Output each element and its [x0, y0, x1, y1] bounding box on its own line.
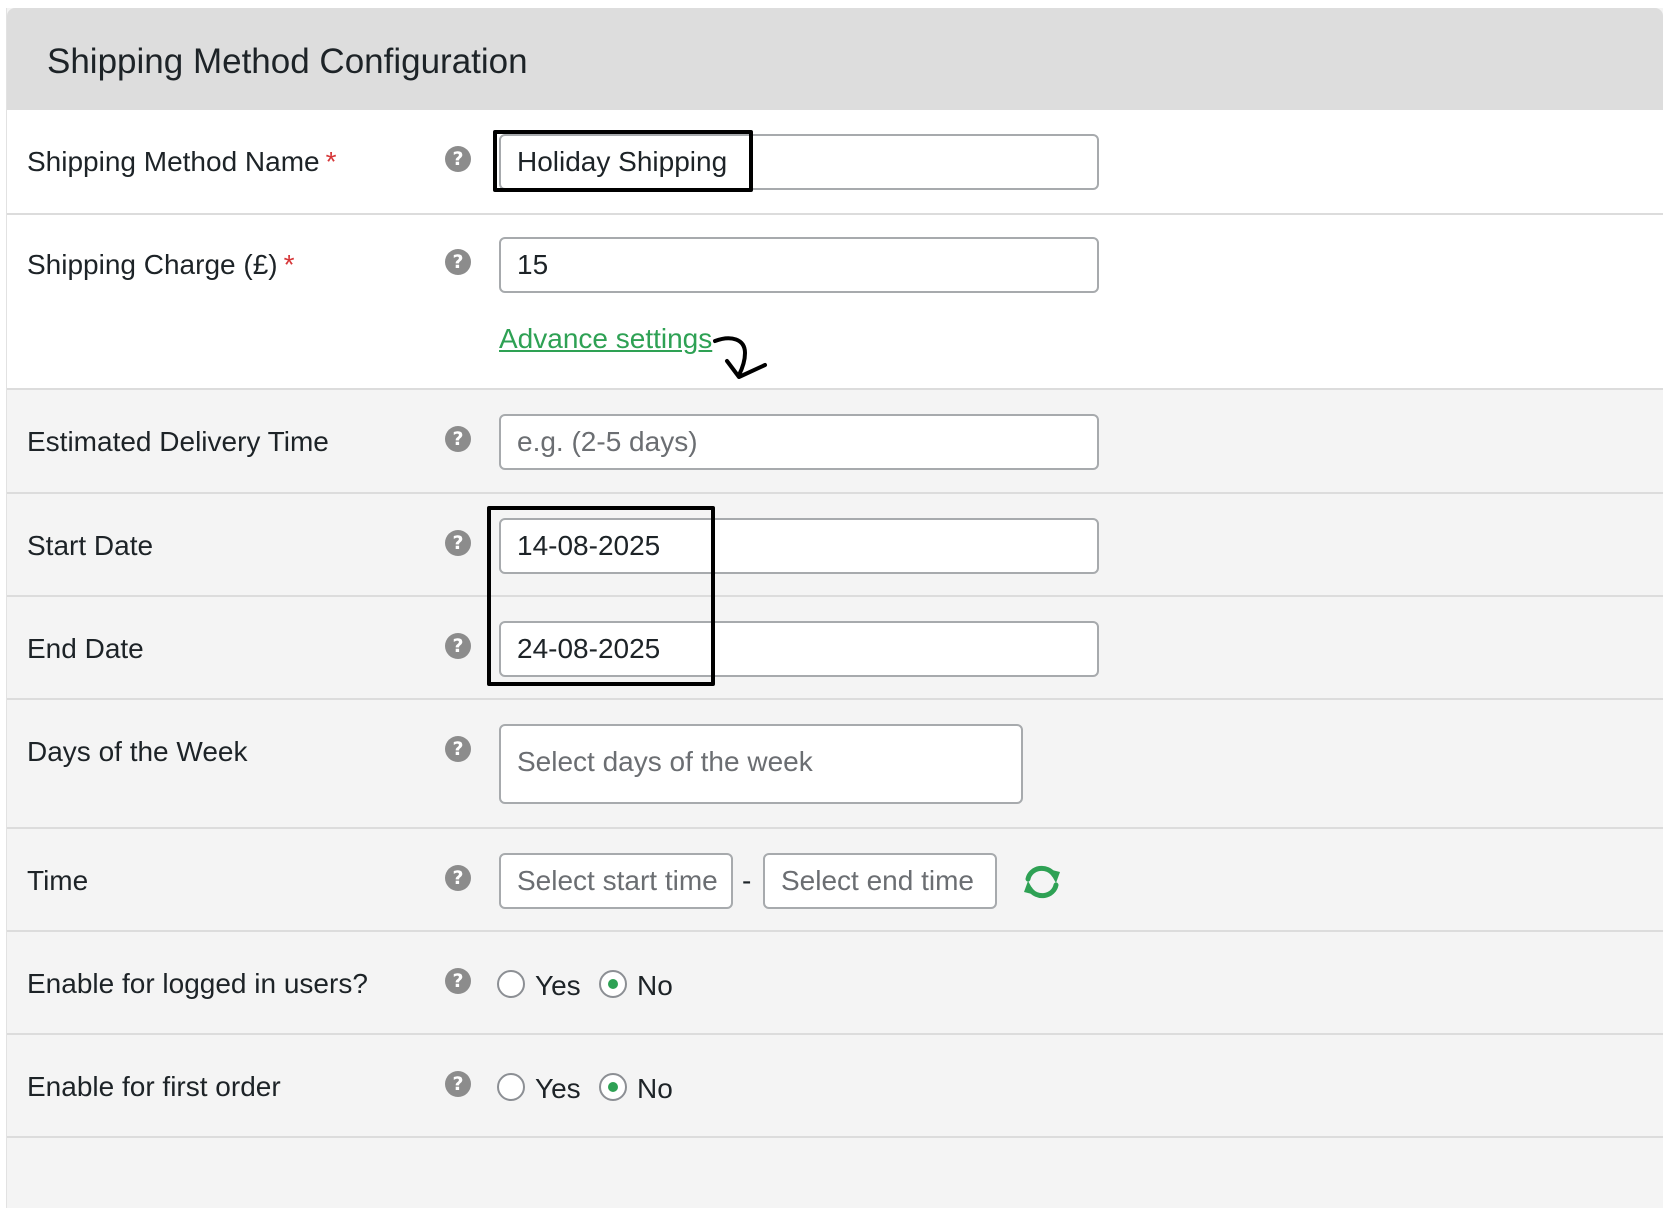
- shipping-method-name-label: Shipping Method Name *: [27, 146, 337, 178]
- time-label: Time: [27, 865, 89, 896]
- first-order-no-label[interactable]: No: [637, 1073, 673, 1105]
- panel-title: Shipping Method Configuration: [47, 42, 528, 81]
- first-order-yes-radio[interactable]: [497, 1073, 525, 1101]
- help-icon[interactable]: ?: [445, 633, 471, 659]
- row-next-partial: [7, 1136, 1663, 1208]
- logged-in-no-label[interactable]: No: [637, 970, 673, 1002]
- days-of-week-select[interactable]: Select days of the week: [499, 724, 1023, 804]
- logged-in-yes-radio[interactable]: [497, 970, 525, 998]
- estimated-delivery-time-label: Estimated Delivery Time: [27, 426, 329, 457]
- help-icon[interactable]: ?: [445, 865, 471, 891]
- required-asterisk: *: [325, 146, 337, 177]
- row-enable-logged-in: Enable for logged in users? ? Yes No: [7, 930, 1663, 1034]
- row-estimated-delivery-time: Estimated Delivery Time ? e.g. (2-5 days…: [7, 388, 1663, 492]
- first-order-no-radio[interactable]: [599, 1073, 627, 1101]
- advance-settings-link[interactable]: Advance settings: [499, 323, 712, 355]
- row-start-date: Start Date ? 14-08-2025: [7, 492, 1663, 596]
- shipping-charge-label-text: Shipping Charge (£): [27, 249, 278, 280]
- help-icon[interactable]: ?: [445, 426, 471, 452]
- days-of-week-label: Days of the Week: [27, 736, 248, 767]
- row-time: Time ? Select start time - Select end ti…: [7, 827, 1663, 931]
- estimated-delivery-time-input[interactable]: e.g. (2-5 days): [499, 414, 1099, 470]
- start-date-input[interactable]: 14-08-2025: [499, 518, 1099, 574]
- enable-logged-in-label: Enable for logged in users?: [27, 968, 368, 999]
- logged-in-no-radio[interactable]: [599, 970, 627, 998]
- first-order-yes-label[interactable]: Yes: [535, 1073, 581, 1105]
- help-icon[interactable]: ?: [445, 249, 471, 275]
- shipping-method-name-input[interactable]: Holiday Shipping: [499, 134, 1099, 190]
- end-date-label: End Date: [27, 633, 144, 664]
- logged-in-yes-label[interactable]: Yes: [535, 970, 581, 1002]
- row-days-of-week: Days of the Week ? Select days of the we…: [7, 698, 1663, 828]
- shipping-charge-input[interactable]: 15: [499, 237, 1099, 293]
- end-time-input[interactable]: Select end time: [763, 853, 997, 909]
- start-date-label: Start Date: [27, 530, 154, 561]
- refresh-icon[interactable]: [1021, 863, 1063, 901]
- help-icon[interactable]: ?: [445, 530, 471, 556]
- help-icon[interactable]: ?: [445, 968, 471, 994]
- row-enable-first-order: Enable for first order ? Yes No: [7, 1033, 1663, 1137]
- row-end-date: End Date ? 24-08-2025: [7, 595, 1663, 699]
- shipping-method-name-label-text: Shipping Method Name: [27, 146, 320, 177]
- shipping-charge-label: Shipping Charge (£) *: [27, 249, 295, 281]
- help-icon[interactable]: ?: [445, 146, 471, 172]
- help-icon[interactable]: ?: [445, 736, 471, 762]
- curved-arrow-down-icon: [713, 336, 767, 379]
- row-shipping-method-name: Shipping Method Name * ? Holiday Shipping: [7, 110, 1663, 214]
- enable-first-order-label: Enable for first order: [27, 1071, 281, 1102]
- panel-header: Shipping Method Configuration: [7, 8, 1663, 118]
- start-time-input[interactable]: Select start time: [499, 853, 733, 909]
- end-date-input[interactable]: 24-08-2025: [499, 621, 1099, 677]
- row-shipping-charge: Shipping Charge (£) * ? 15 Advance settin…: [7, 213, 1663, 389]
- shipping-method-panel: Shipping Method Configuration Shipping M…: [6, 8, 1663, 1208]
- time-separator: -: [742, 865, 752, 896]
- required-asterisk: *: [283, 249, 295, 280]
- help-icon[interactable]: ?: [445, 1071, 471, 1097]
